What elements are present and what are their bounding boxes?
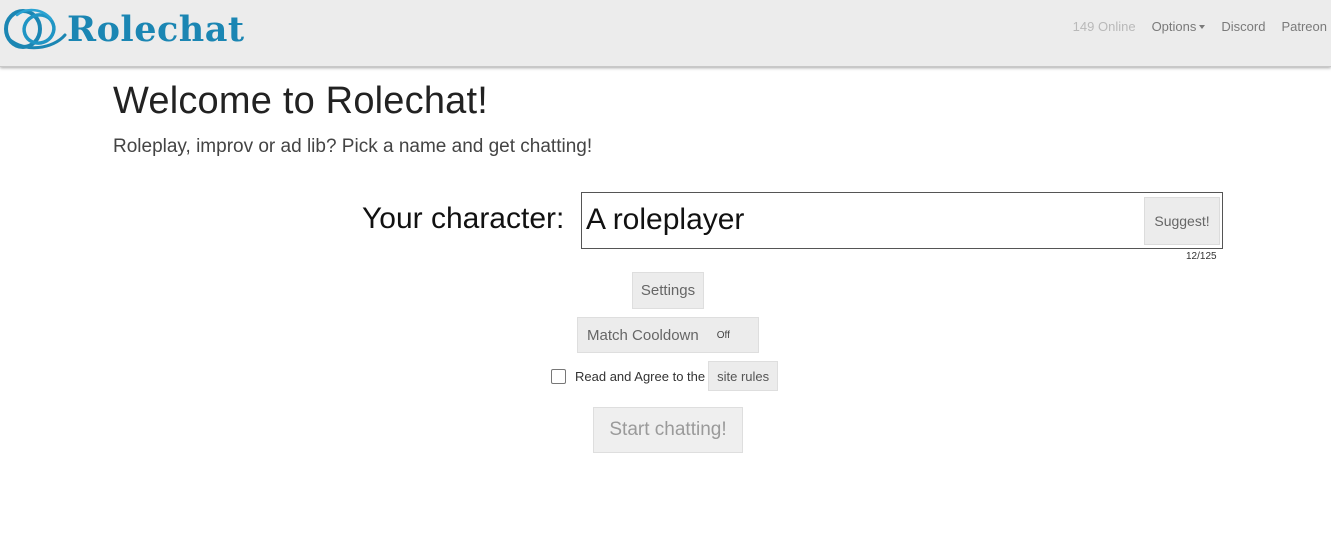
patreon-link[interactable]: Patreon — [1281, 19, 1327, 34]
site-rules-button[interactable]: site rules — [708, 361, 779, 391]
match-cooldown-value: Off — [716, 329, 730, 341]
match-cooldown-label: Match Cooldown — [587, 326, 699, 344]
start-chatting-button[interactable]: Start chatting! — [593, 407, 743, 453]
options-label: Options — [1151, 19, 1197, 34]
online-count: 149 Online — [1072, 19, 1136, 34]
character-count: 12/125 — [1186, 251, 1217, 262]
character-name-input[interactable] — [586, 199, 1131, 241]
character-label: Your character: — [362, 202, 565, 235]
brand-link[interactable]: Rolechat — [3, 5, 245, 53]
agree-rules-checkbox[interactable] — [551, 368, 566, 384]
navbar: Rolechat 149 Online Options Discord Patr… — [0, 0, 1331, 67]
caret-down-icon — [1199, 25, 1206, 29]
match-cooldown-button[interactable]: Match Cooldown Off — [577, 317, 759, 353]
navbar-menu: 149 Online Options Discord Patreon — [1057, 19, 1327, 34]
page-subtitle: Roleplay, improv or ad lib? Pick a name … — [113, 136, 593, 157]
rules-text: Read and Agree to the — [575, 368, 706, 384]
discord-link[interactable]: Discord — [1221, 19, 1265, 34]
character-field: Suggest! — [581, 192, 1223, 249]
settings-button[interactable]: Settings — [632, 272, 704, 309]
page-title: Welcome to Rolechat! — [113, 80, 489, 122]
rolechat-logo-icon — [4, 8, 67, 50]
options-dropdown[interactable]: Options — [1152, 19, 1206, 34]
suggest-button[interactable]: Suggest! — [1144, 197, 1220, 245]
brand-name: Rolechat — [67, 8, 245, 50]
rules-agreement: Read and Agree to the site rules — [551, 361, 779, 391]
